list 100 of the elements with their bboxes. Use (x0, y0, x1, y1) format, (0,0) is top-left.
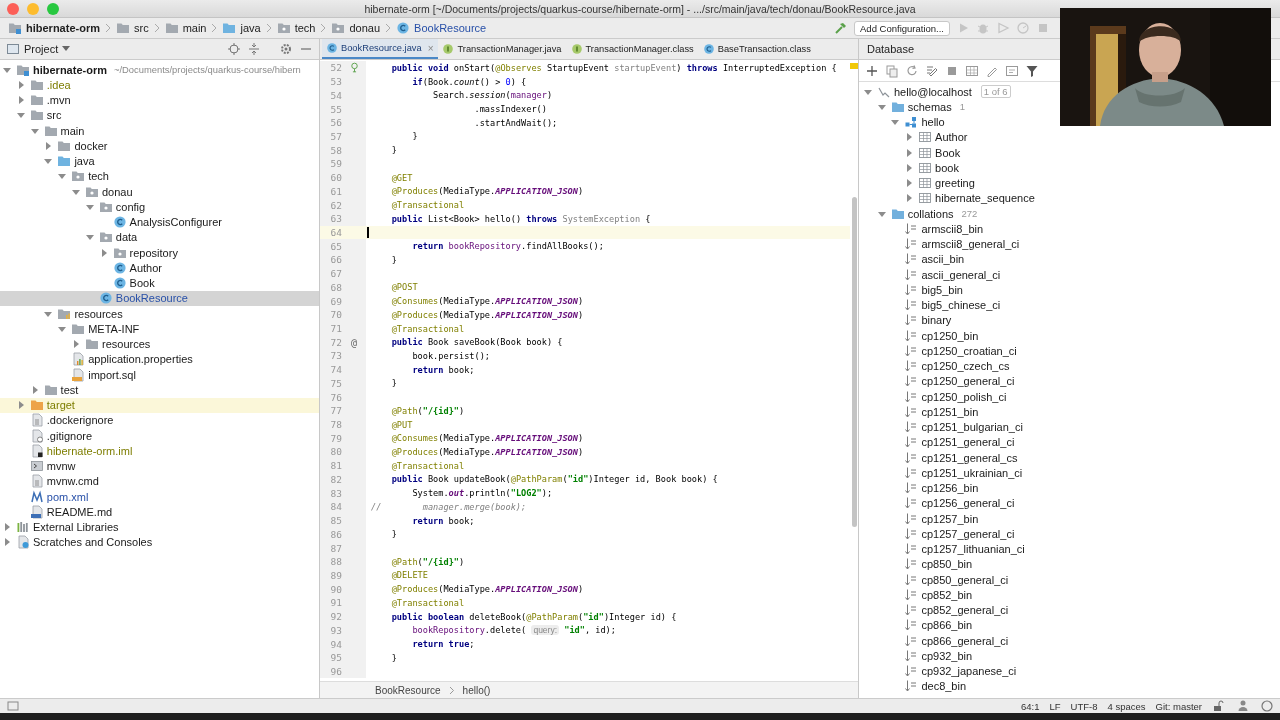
add-icon[interactable] (865, 63, 879, 78)
expand-arrow-icon[interactable] (16, 96, 25, 105)
expand-arrow-icon[interactable] (905, 194, 914, 203)
tree-item[interactable]: application.properties (0, 351, 319, 367)
expand-arrow-icon[interactable] (44, 309, 53, 318)
tree-item[interactable]: hibernate-orm.iml (0, 443, 319, 459)
expand-arrow-icon[interactable] (30, 385, 39, 394)
tree-item[interactable]: cp1251_general_cs (859, 450, 1018, 466)
tree-item[interactable]: binary (859, 312, 952, 328)
editor-tab[interactable]: TransactionManager.class (566, 39, 699, 59)
editor-tab[interactable]: BaseTransaction.class (698, 39, 816, 59)
expand-arrow-icon[interactable] (905, 163, 914, 172)
tool-window-icon[interactable] (6, 699, 20, 713)
tree-item[interactable]: armscii8_general_ci (859, 236, 1020, 252)
tree-item[interactable]: BookResource (0, 290, 319, 306)
status-item[interactable]: 4 spaces (1107, 700, 1146, 712)
editor-tab[interactable]: BookResource.java × (322, 39, 439, 59)
breadcrumb[interactable]: donau (331, 21, 381, 35)
breadcrumb[interactable]: BookResource (396, 21, 487, 35)
expand-arrow-icon[interactable] (3, 65, 11, 74)
breadcrumb[interactable]: hibernate-orm (8, 21, 100, 35)
tree-item[interactable]: cp932_bin (859, 648, 973, 664)
console-icon[interactable] (1005, 63, 1019, 78)
tree-item[interactable]: mvnw.cmd (0, 473, 319, 489)
tree-item[interactable]: cp932_japanese_ci (859, 663, 1017, 679)
expand-arrow-icon[interactable] (72, 187, 80, 196)
status-item[interactable]: 64:1 (1021, 700, 1040, 712)
expand-arrow-icon[interactable] (891, 118, 900, 127)
expand-arrow-icon[interactable] (58, 172, 67, 181)
expand-arrow-icon[interactable] (30, 126, 39, 135)
editor-tab[interactable]: TransactionManager.java (438, 39, 567, 59)
tree-item[interactable]: Book (859, 145, 961, 161)
expand-arrow-icon[interactable] (3, 538, 11, 547)
zoom-button[interactable] (47, 2, 59, 15)
refresh-icon[interactable] (905, 63, 919, 78)
expand-arrow-icon[interactable] (905, 148, 914, 157)
run-configuration-button[interactable]: Add Configuration... (854, 20, 950, 36)
tree-item[interactable]: cp1257_general_ci (859, 526, 1015, 542)
tree-item[interactable]: Scratches and Consoles (0, 534, 319, 550)
tree-item[interactable]: Author (0, 260, 319, 276)
tree-item[interactable]: pom.xml (0, 489, 319, 505)
tree-item[interactable]: cp1251_bin (859, 404, 979, 420)
tree-item[interactable]: cp1251_ukrainian_ci (859, 465, 1023, 481)
tree-item[interactable]: cp866_bin (859, 617, 973, 633)
tree-item[interactable]: cp1251_bulgarian_ci (859, 419, 1023, 435)
locate-icon[interactable] (227, 42, 241, 56)
tree-item[interactable]: cp1251_general_ci (859, 434, 1015, 450)
copy-icon[interactable] (885, 63, 899, 78)
breadcrumb[interactable]: hello() (462, 684, 491, 696)
warning-marker-icon[interactable] (850, 63, 858, 69)
tree-item[interactable]: META-INF (0, 321, 319, 337)
breadcrumb[interactable]: BookResource (375, 684, 441, 696)
expand-arrow-icon[interactable] (16, 401, 25, 410)
expand-arrow-icon[interactable] (85, 233, 94, 242)
expand-arrow-icon[interactable] (16, 111, 25, 120)
tree-item[interactable]: cp1250_polish_ci (859, 389, 1007, 405)
tree-item[interactable]: External Libraries (0, 519, 319, 535)
filter-icon[interactable] (1025, 63, 1039, 78)
tree-item[interactable]: cp1250_general_ci (859, 373, 1015, 389)
tree-item[interactable]: collations 272 (859, 206, 978, 222)
expand-arrow-icon[interactable] (864, 87, 872, 96)
breadcrumb[interactable]: src (115, 21, 149, 35)
project-view-dropdown[interactable]: Project (6, 42, 71, 56)
tree-item[interactable]: hibernate-orm ~/Documents/projects/quarkus-course/hibern (0, 62, 319, 78)
tree-item[interactable]: import.sql (0, 367, 319, 383)
expand-arrow-icon[interactable] (99, 248, 108, 257)
tree-item[interactable]: cp1257_lithuanian_ci (859, 541, 1025, 557)
tree-item[interactable]: big5_bin (859, 282, 963, 298)
tree-item[interactable]: .gitignore (0, 428, 319, 444)
edit-icon[interactable] (925, 63, 939, 78)
tree-item[interactable]: cp866_general_ci (859, 633, 1009, 649)
tree-item[interactable]: donau (0, 184, 319, 200)
tree-item[interactable]: schemas 1 (859, 99, 965, 115)
tree-item[interactable]: cp852_bin (859, 587, 973, 603)
collapse-icon[interactable] (247, 42, 261, 56)
tree-item[interactable]: config (0, 199, 319, 215)
tree-item[interactable]: mvnw (0, 458, 319, 474)
tree-item[interactable]: Author (859, 129, 968, 145)
tree-item[interactable]: ascii_bin (859, 251, 965, 267)
expand-arrow-icon[interactable] (44, 157, 53, 166)
tree-item[interactable]: cp1257_bin (859, 511, 979, 527)
tree-item[interactable]: target (0, 397, 319, 413)
breadcrumb[interactable]: java (222, 21, 261, 35)
status-item[interactable]: LF (1049, 700, 1061, 712)
breadcrumb[interactable]: main (164, 21, 207, 35)
tree-item[interactable]: dec8_bin (859, 678, 967, 694)
expand-arrow-icon[interactable] (85, 202, 94, 211)
tree-item[interactable]: .dockerignore (0, 412, 319, 428)
tree-item[interactable]: java (0, 153, 319, 169)
tree-item[interactable]: book (859, 160, 959, 176)
expand-arrow-icon[interactable] (16, 80, 25, 89)
close-button[interactable] (7, 2, 19, 15)
status-item[interactable]: Git: master (1155, 700, 1202, 712)
breadcrumb[interactable]: tech (276, 21, 316, 35)
expand-arrow-icon[interactable] (905, 179, 914, 188)
tree-item[interactable]: .idea (0, 77, 319, 93)
tree-item[interactable]: AnalysisConfigurer (0, 214, 319, 230)
notifications-icon[interactable] (1260, 699, 1274, 713)
settings-icon[interactable] (279, 42, 293, 56)
tree-item[interactable]: cp1250_czech_cs (859, 358, 1010, 374)
